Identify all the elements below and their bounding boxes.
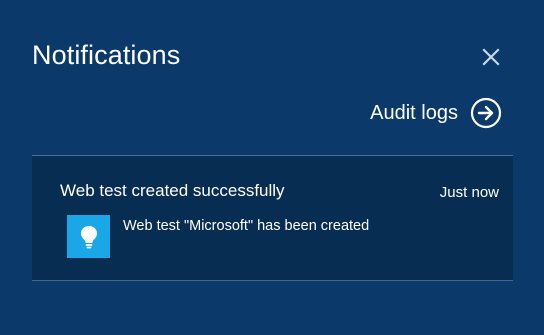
- notification-title: Web test created successfully: [60, 181, 285, 200]
- divider-bottom: [32, 280, 513, 281]
- notification-message: Web test "Microsoft" has been created: [123, 218, 370, 234]
- notification-time: Just now: [439, 184, 499, 201]
- close-button[interactable]: [478, 44, 504, 70]
- audit-logs-label: Audit logs: [370, 101, 458, 124]
- arrow-right-circle-icon: [470, 97, 502, 129]
- notification-icon-tile: [67, 215, 110, 258]
- panel-title: Notifications: [32, 40, 181, 70]
- audit-logs-link[interactable]: Audit logs: [370, 96, 502, 130]
- notification-item[interactable]: Web test created successfully Just now W…: [32, 156, 513, 280]
- lightbulb-icon: [80, 225, 97, 248]
- notifications-panel: Notifications Audit logs Web test create…: [0, 0, 544, 335]
- close-icon: [482, 48, 500, 66]
